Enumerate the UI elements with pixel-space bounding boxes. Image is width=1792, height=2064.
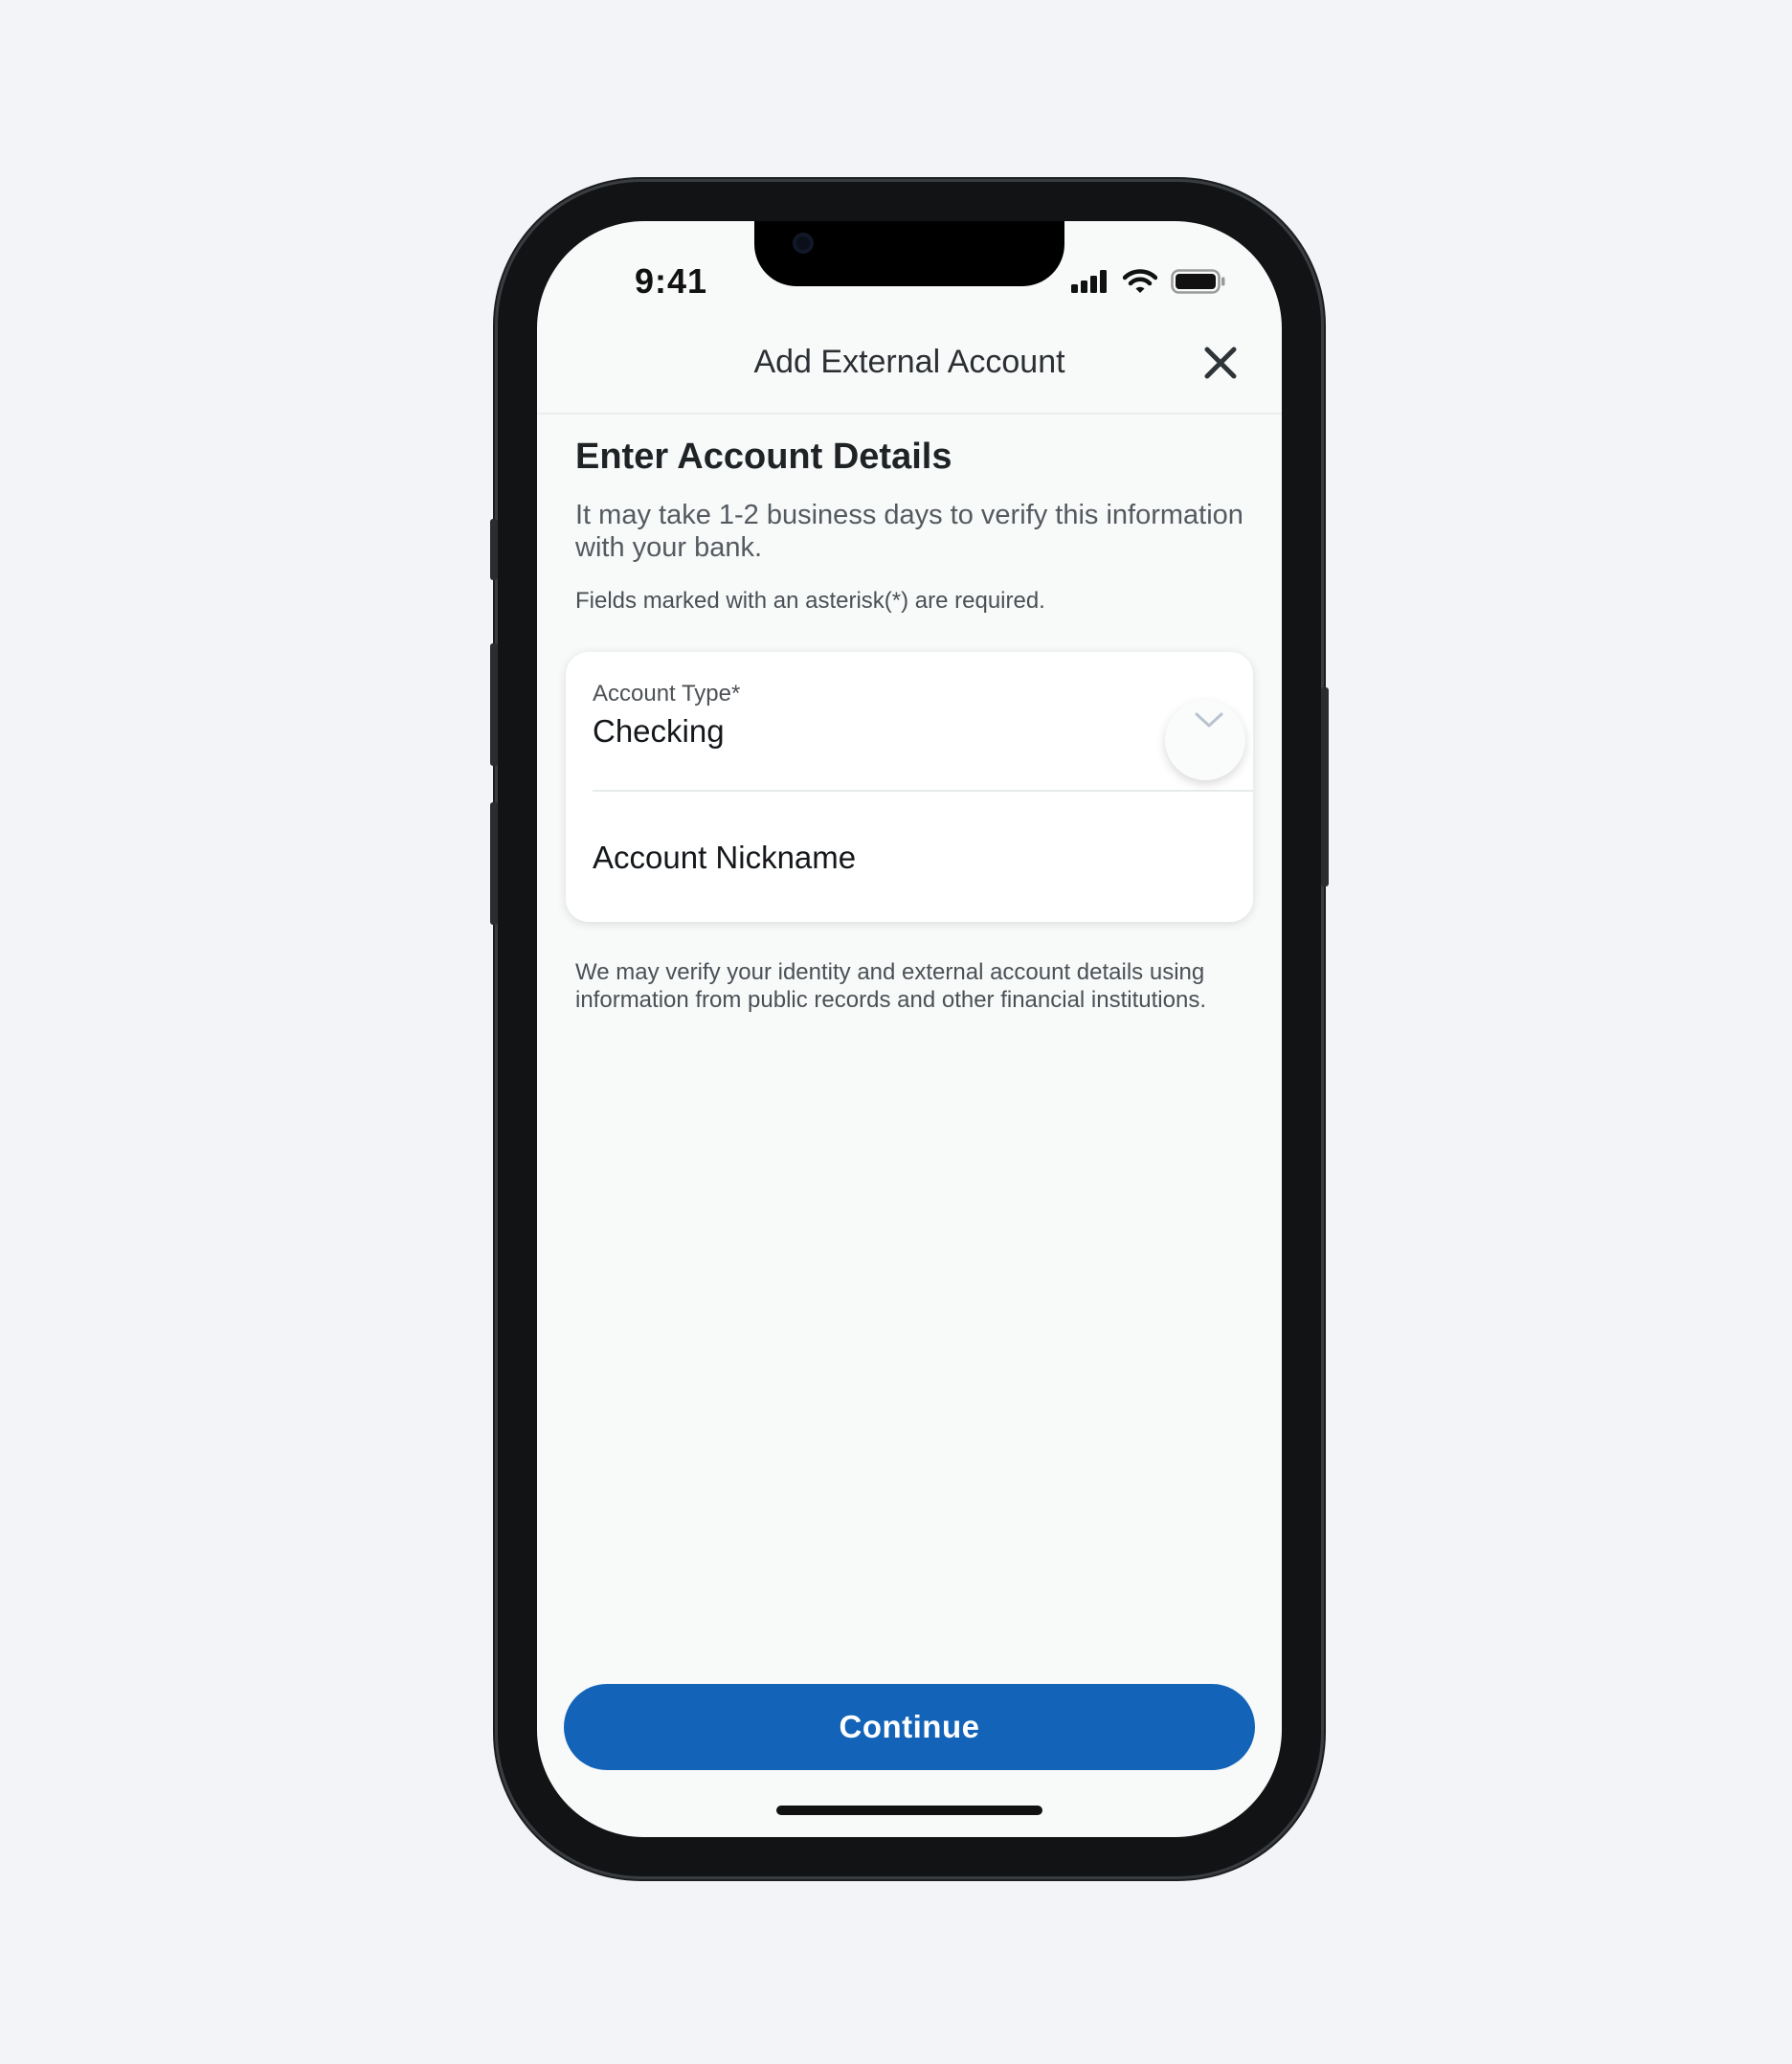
account-type-label: Account Type*: [593, 681, 741, 707]
account-nickname-field[interactable]: Account Nickname: [593, 840, 1253, 876]
status-bar: 9:41: [537, 221, 1282, 317]
home-indicator: [776, 1806, 1042, 1815]
silent-switch: [490, 519, 498, 580]
verification-info-text: It may take 1-2 business days to verify …: [575, 500, 1243, 563]
volume-down-button: [490, 802, 498, 925]
signal-icon: [1071, 270, 1109, 298]
content: Enter Account Details It may take 1-2 bu…: [575, 434, 1245, 616]
nav-header: Add External Account: [537, 317, 1282, 415]
status-icons: [1071, 269, 1226, 299]
chevron-down-icon: [1195, 712, 1223, 728]
wifi-icon: [1122, 269, 1158, 299]
account-type-field[interactable]: Account Type* Checking: [593, 681, 1253, 792]
phone-frame: 9:41 Add External Account Enter Account …: [490, 182, 1329, 1876]
app-screen: 9:41 Add External Account Enter Account …: [537, 221, 1282, 1837]
section-heading: Enter Account Details: [575, 437, 952, 477]
status-time: 9:41: [635, 261, 708, 301]
volume-up-button: [490, 643, 498, 766]
account-type-value: Checking: [593, 713, 725, 749]
close-button[interactable]: [1198, 340, 1243, 386]
close-icon: [1204, 347, 1237, 379]
required-fields-note: Fields marked with an asterisk(*) are re…: [575, 588, 1045, 614]
battery-icon: [1171, 269, 1226, 299]
verification-disclaimer: We may verify your identity and external…: [575, 959, 1206, 1013]
account-details-form: Account Type* Checking Account Nickname: [566, 652, 1253, 922]
power-button: [1321, 687, 1329, 886]
page-title: Add External Account: [753, 344, 1065, 380]
continue-button[interactable]: Continue: [564, 1684, 1255, 1770]
